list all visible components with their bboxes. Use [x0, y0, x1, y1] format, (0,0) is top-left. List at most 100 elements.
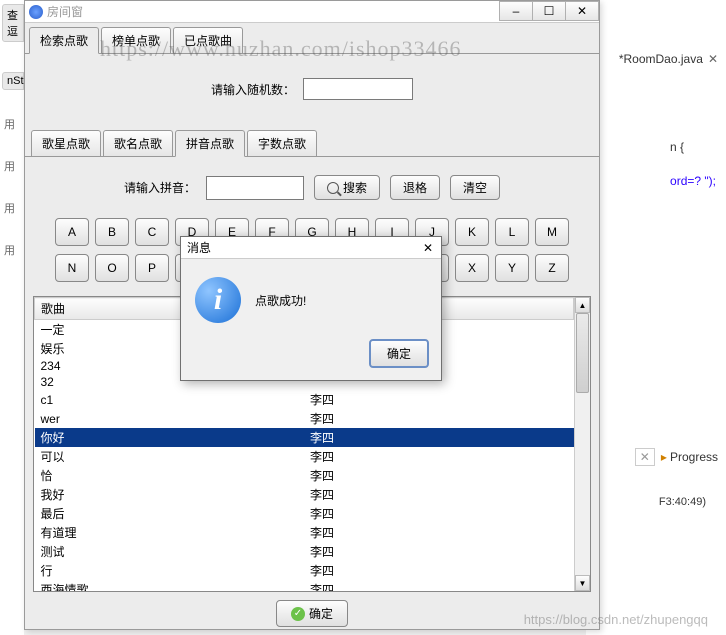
table-row[interactable]: 有道理李四 [35, 523, 574, 542]
table-row[interactable]: 行李四 [35, 561, 574, 580]
table-row[interactable]: 可以李四 [35, 447, 574, 466]
random-row: 请输入随机数： [25, 54, 599, 130]
search-label: 请输入拼音： [124, 179, 196, 196]
key-a[interactable]: A [55, 218, 89, 246]
cell-singer: 李四 [304, 390, 574, 409]
dialog-titlebar[interactable]: 消息 ✕ [181, 237, 441, 259]
sub-tab-1[interactable]: 歌名点歌 [103, 130, 173, 156]
dialog-ok-button[interactable]: 确定 [369, 339, 429, 368]
key-c[interactable]: C [135, 218, 169, 246]
table-row[interactable]: 你好李四 [35, 428, 574, 447]
left-u-3: 用 [0, 200, 24, 216]
dialog-message: 点歌成功! [255, 292, 306, 309]
table-row[interactable]: 最后李四 [35, 504, 574, 523]
backspace-button[interactable]: 退格 [390, 175, 440, 200]
code-line-2: ord=? "); [670, 174, 716, 188]
pinyin-input[interactable] [206, 176, 304, 200]
ide-background: *RoomDao.java ✕ n { ord=? "); ✕ ▸ Progre… [586, 0, 726, 635]
app-icon [29, 5, 43, 19]
sub-tab-0[interactable]: 歌星点歌 [31, 130, 101, 156]
left-u-2: 用 [0, 158, 24, 174]
top-tab-2[interactable]: 已点歌曲 [173, 27, 243, 53]
top-tabs: 检索点歌榜单点歌已点歌曲 [25, 23, 599, 54]
key-n[interactable]: N [55, 254, 89, 282]
progress-label: Progress [670, 450, 718, 464]
cell-singer: 李四 [304, 466, 574, 485]
key-p[interactable]: P [135, 254, 169, 282]
close-button[interactable]: ✕ [565, 1, 599, 21]
dialog-close-icon: ✕ [423, 241, 433, 255]
cell-singer: 李四 [304, 523, 574, 542]
confirm-label: 确定 [309, 605, 333, 622]
table-row[interactable]: c1李四 [35, 390, 574, 409]
ide-code: n { ord=? "); [670, 140, 716, 188]
table-row[interactable]: 我好李四 [35, 485, 574, 504]
cell-singer: 李四 [304, 504, 574, 523]
info-icon: i [195, 277, 241, 323]
dialog-title-text: 消息 [187, 239, 211, 256]
sub-tab-3[interactable]: 字数点歌 [247, 130, 317, 156]
search-row: 请输入拼音： 搜索 退格 清空 [25, 157, 599, 218]
dialog-footer: 确定 [181, 333, 441, 380]
minimize-button[interactable]: – [499, 1, 533, 21]
left-u-4: 用 [0, 242, 24, 258]
key-o[interactable]: O [95, 254, 129, 282]
ide-progress: ✕ ▸ Progress [635, 450, 718, 464]
window-controls: – ☐ ✕ [500, 1, 599, 21]
cell-song: 有道理 [35, 523, 305, 542]
clear-button[interactable]: 清空 [450, 175, 500, 200]
cell-singer: 李四 [304, 428, 574, 447]
cell-singer: 李四 [304, 561, 574, 580]
maximize-button[interactable]: ☐ [532, 1, 566, 21]
cell-singer: 李四 [304, 447, 574, 466]
search-button[interactable]: 搜索 [314, 175, 380, 200]
cell-song: wer [35, 409, 305, 428]
maximize-icon: ☐ [544, 4, 555, 18]
vertical-scrollbar[interactable]: ▲ ▼ [574, 297, 590, 591]
cell-song: 你好 [35, 428, 305, 447]
table-row[interactable]: 测试李四 [35, 542, 574, 561]
left-u-1: 用 [0, 116, 24, 132]
key-k[interactable]: K [455, 218, 489, 246]
window-title: 房间窗 [47, 3, 83, 20]
key-m[interactable]: M [535, 218, 569, 246]
ide-tab[interactable]: *RoomDao.java ✕ [619, 52, 718, 66]
table-row[interactable]: 恰李四 [35, 466, 574, 485]
top-tab-0[interactable]: 检索点歌 [29, 27, 99, 54]
dialog-close-button[interactable]: ✕ [419, 239, 437, 257]
cell-song: 可以 [35, 447, 305, 466]
table-row[interactable]: wer李四 [35, 409, 574, 428]
minimize-icon: – [513, 4, 520, 18]
scroll-up-icon[interactable]: ▲ [575, 297, 590, 313]
confirm-button[interactable]: ✓ 确定 [276, 600, 348, 627]
cell-singer: 李四 [304, 485, 574, 504]
random-label: 请输入随机数： [211, 81, 295, 98]
sub-tab-2[interactable]: 拼音点歌 [175, 130, 245, 157]
cell-song: c1 [35, 390, 305, 409]
ide-time: F3:40:49) [659, 496, 706, 508]
sub-tabs: 歌星点歌歌名点歌拼音点歌字数点歌 [25, 130, 599, 157]
code-line-1: n { [670, 140, 716, 154]
cell-singer: 李四 [304, 542, 574, 561]
scroll-down-icon[interactable]: ▼ [575, 575, 590, 591]
scroll-thumb[interactable] [576, 313, 589, 393]
dialog-body: i 点歌成功! [181, 259, 441, 333]
progress-close-icon[interactable]: ✕ [635, 448, 655, 466]
cell-song: 恰 [35, 466, 305, 485]
key-x[interactable]: X [455, 254, 489, 282]
search-icon [327, 182, 339, 194]
random-input[interactable] [303, 78, 413, 100]
key-z[interactable]: Z [535, 254, 569, 282]
cell-song: 西海情歌 [35, 580, 305, 591]
left-chip-1: 查逗 [2, 4, 24, 42]
titlebar[interactable]: 房间窗 – ☐ ✕ [25, 1, 599, 23]
key-y[interactable]: Y [495, 254, 529, 282]
search-button-label: 搜索 [343, 179, 367, 196]
cell-song: 测试 [35, 542, 305, 561]
key-b[interactable]: B [95, 218, 129, 246]
confirm-row: ✓ 确定 [25, 592, 599, 635]
table-row[interactable]: 西海情歌李四 [35, 580, 574, 591]
key-l[interactable]: L [495, 218, 529, 246]
ide-tab-close-icon[interactable]: ✕ [708, 52, 718, 66]
top-tab-1[interactable]: 榜单点歌 [101, 27, 171, 53]
